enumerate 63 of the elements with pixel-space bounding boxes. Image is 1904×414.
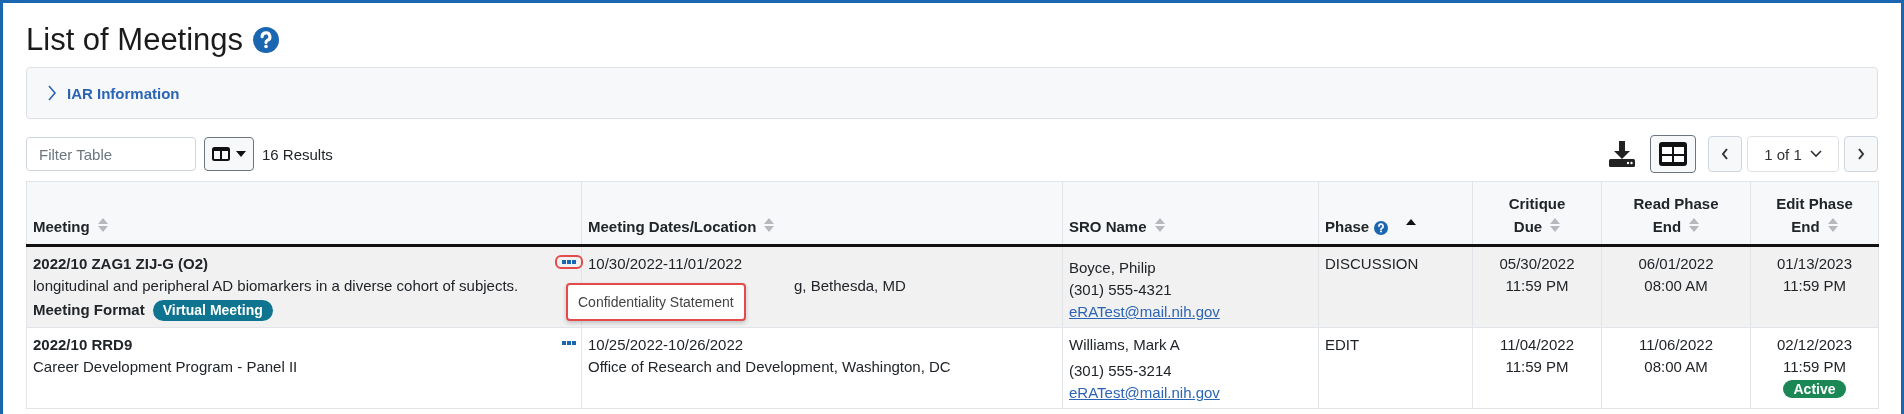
meeting-description: Career Development Program - Panel II — [33, 357, 299, 377]
table-row[interactable] — [26, 245, 1879, 328]
column-header[interactable]: Critique Due — [1472, 181, 1602, 246]
date-time: 06/01/2022 — [1637, 254, 1715, 274]
date-time: 11/06/2022 — [1638, 335, 1714, 355]
date-time: 08:00 AM — [1643, 357, 1709, 377]
column-header[interactable]: Meeting Dates/Location — [581, 181, 1063, 246]
date-time: 11:59 PM — [1781, 276, 1848, 296]
phase: DISCUSSION — [1325, 254, 1420, 274]
meeting-dates: 10/25/2022-10/26/2022 — [588, 335, 745, 355]
chevron-right-icon — [1857, 148, 1865, 160]
meeting-location: g, Bethesda, MD — [793, 276, 907, 296]
help-icon[interactable] — [253, 27, 280, 53]
download-icon — [1608, 140, 1636, 168]
status-badge: Active — [1783, 380, 1846, 398]
sort-ascending-icon[interactable] — [1406, 218, 1417, 226]
phase: EDIT — [1325, 335, 1361, 355]
column-header[interactable]: SRO Name — [1062, 181, 1319, 246]
page-select[interactable]: 1 of 1 — [1747, 136, 1839, 172]
caret-icon — [236, 151, 246, 157]
filter-field[interactable]: Filter Table — [26, 137, 196, 171]
date-time: 11/04/2022 — [1499, 335, 1575, 355]
more-icon — [562, 341, 576, 345]
format-label: Meeting Format — [33, 300, 145, 320]
meeting-description: longitudinal and peripheral AD biomarkers in a diverse cohort of subjects. — [33, 276, 520, 296]
results-count: 16 Results — [262, 145, 333, 163]
page-title: List of Meetings — [26, 22, 244, 58]
date-time: 11:59 PM — [1781, 357, 1848, 377]
grid-icon — [1659, 142, 1687, 166]
column-header[interactable]: Read Phase End — [1601, 181, 1751, 246]
column-header[interactable]: Edit Phase End — [1750, 181, 1879, 246]
sro-name: Williams, Mark A — [1069, 335, 1181, 355]
column-header[interactable]: Phase — [1318, 181, 1473, 246]
date-time: 11:59 PM — [1504, 276, 1570, 296]
sro-phone: (301) 555-3214 — [1069, 361, 1173, 381]
date-time: 08:00 AM — [1643, 276, 1709, 296]
help-icon[interactable] — [1374, 221, 1389, 236]
columns-icon — [212, 147, 230, 161]
chevron-left-icon — [1721, 148, 1729, 160]
more-actions-button[interactable] — [555, 255, 583, 269]
more-icon — [562, 260, 576, 264]
date-time: 05/30/2022 — [1498, 254, 1576, 274]
format-badge: Virtual Meeting — [152, 299, 273, 321]
date-time: 01/13/2023 — [1775, 254, 1854, 274]
table-row[interactable] — [26, 327, 1879, 409]
sro-name: Boyce, Philip — [1069, 258, 1157, 278]
meeting-location: Office of Research and Development, Washington, DC — [588, 357, 952, 377]
sro-email-link[interactable]: eRATest@mail.nih.gov — [1069, 384, 1220, 401]
column-header[interactable]: Meeting — [26, 181, 582, 246]
sro-email-link[interactable]: eRATest@mail.nih.gov — [1069, 303, 1220, 320]
date-time: 02/12/2023 — [1775, 335, 1854, 355]
chevron-right-icon — [47, 85, 57, 101]
iar-information-toggle[interactable]: IAR Information — [47, 84, 180, 102]
chevron-down-icon — [1809, 150, 1822, 158]
meeting-name: 2022/10 RRD9 — [33, 335, 133, 355]
confidentiality-statement-menu-item[interactable]: Confidentiality Statement — [566, 283, 746, 321]
download-button[interactable] — [1608, 140, 1636, 168]
meeting-dates: 10/30/2022-11/01/2022 — [588, 254, 744, 274]
columns-button[interactable] — [204, 137, 254, 171]
grid-view-button[interactable] — [1650, 135, 1696, 173]
date-time: 11:59 PM — [1504, 357, 1570, 377]
sro-phone: (301) 555-4321 — [1069, 280, 1173, 300]
meeting-name: 2022/10 ZAG1 ZIJ-G (O2) — [33, 254, 209, 274]
